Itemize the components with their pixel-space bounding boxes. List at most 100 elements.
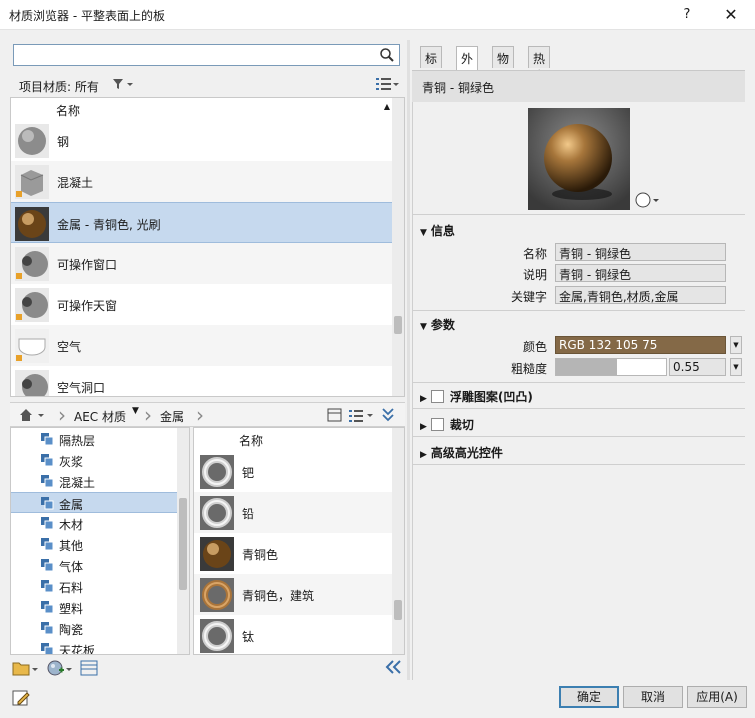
material-row[interactable]: 钢 bbox=[11, 120, 394, 161]
color-field[interactable]: RGB 132 105 75 bbox=[555, 336, 726, 354]
roughness-dropdown-button[interactable]: ▼ bbox=[730, 358, 742, 376]
tree-item[interactable]: 石料 bbox=[11, 576, 179, 597]
description-field[interactable]: 青铜 - 铜绿色 bbox=[555, 264, 726, 282]
search-input[interactable] bbox=[13, 44, 400, 66]
tree-scrollbar[interactable] bbox=[177, 428, 189, 654]
library-row[interactable]: 青铜色 bbox=[194, 533, 394, 574]
tab-physical[interactable]: 物理 bbox=[492, 46, 515, 83]
roughness-slider[interactable] bbox=[555, 358, 667, 376]
tree-item-label: 隔热层 bbox=[59, 434, 96, 448]
tree-item[interactable]: 天花板 bbox=[11, 639, 179, 655]
params-section-header[interactable]: ▼ 参数 bbox=[420, 316, 455, 333]
collapse-panel-icon[interactable] bbox=[384, 659, 402, 678]
scrollbar-thumb[interactable] bbox=[394, 600, 402, 620]
chevron-down-icon[interactable]: ▼ bbox=[132, 406, 139, 416]
roughness-field[interactable]: 0.55 bbox=[669, 358, 726, 376]
tree-item[interactable]: 隔热层 bbox=[11, 429, 179, 450]
highlight-section-header[interactable]: ▶ 高级高光控件 bbox=[420, 444, 503, 461]
tree-item[interactable]: 陶瓷 bbox=[11, 618, 179, 639]
view-options-icon[interactable] bbox=[375, 77, 399, 94]
library-materials-list: 名称 钯 铅 青铜色 青铜色，建筑 钛 bbox=[193, 427, 405, 655]
scrollbar-thumb[interactable] bbox=[394, 316, 402, 334]
library-row[interactable]: 钛 bbox=[194, 615, 394, 654]
ok-button[interactable]: 确定 bbox=[559, 686, 619, 708]
library-material-name: 青铜色 bbox=[242, 548, 279, 562]
category-icon bbox=[41, 643, 54, 654]
library-material-name: 钯 bbox=[242, 466, 255, 480]
cutout-section-header[interactable]: ▶ 裁切 bbox=[420, 416, 474, 433]
library-scrollbar[interactable] bbox=[392, 428, 404, 654]
library-row[interactable]: 青铜色，建筑 bbox=[194, 574, 394, 615]
create-material-icon[interactable] bbox=[46, 659, 74, 680]
color-dropdown-button[interactable]: ▼ bbox=[730, 336, 742, 354]
library-thumbnail bbox=[200, 619, 234, 653]
library-material-name: 青铜色，建筑 bbox=[242, 589, 315, 603]
cutout-checkbox[interactable] bbox=[430, 418, 444, 431]
tree-item[interactable]: 灰浆 bbox=[11, 450, 179, 471]
name-field[interactable]: 青铜 - 铜绿色 bbox=[555, 243, 726, 261]
filter-icon[interactable] bbox=[112, 78, 134, 93]
tree-item[interactable]: 塑料 bbox=[11, 597, 179, 618]
info-section-header[interactable]: ▼ 信息 bbox=[420, 222, 455, 239]
relief-section-header[interactable]: ▶ 浮雕图案(凹凸) bbox=[420, 388, 533, 405]
library-row[interactable]: 钯 bbox=[194, 451, 394, 492]
library-tree: 隔热层灰浆混凝土 金属 木材 其他 气体石料塑料 陶瓷天花板 bbox=[10, 427, 190, 655]
apply-button[interactable]: 应用(A) bbox=[687, 686, 747, 708]
breadcrumb-item-metal[interactable]: 金属 bbox=[160, 408, 184, 425]
search-icon[interactable] bbox=[379, 47, 395, 63]
project-materials-label: 项目材质: 所有 bbox=[19, 80, 99, 94]
project-materials-list: 名称 ▲ 钢混凝土 金属 - 青铜色, 光刷 可操作窗口 可操作天窗 空气 空气洞口 bbox=[10, 97, 405, 397]
library-thumbnail bbox=[200, 578, 234, 612]
tab-identity[interactable]: 标识 bbox=[420, 46, 443, 83]
title-bar: 材质浏览器 - 平整表面上的板 ? ✕ bbox=[0, 0, 755, 30]
material-name: 混凝土 bbox=[57, 176, 94, 190]
relief-checkbox[interactable] bbox=[430, 390, 444, 403]
material-row[interactable]: 可操作窗口 bbox=[11, 243, 394, 284]
material-row[interactable]: 混凝土 bbox=[11, 161, 394, 202]
open-library-icon[interactable] bbox=[12, 659, 40, 680]
material-thumbnail bbox=[15, 124, 49, 158]
divider bbox=[412, 464, 745, 465]
tree-item[interactable]: 其他 bbox=[11, 534, 179, 555]
vertical-scrollbar[interactable] bbox=[392, 98, 404, 396]
cutout-section-title: 裁切 bbox=[449, 418, 474, 432]
panel-toggle-icon[interactable] bbox=[80, 659, 98, 680]
tree-item[interactable]: 气体 bbox=[11, 555, 179, 576]
material-row[interactable]: 空气洞口 bbox=[11, 366, 394, 396]
material-thumbnail bbox=[15, 329, 49, 363]
tree-item[interactable]: 木材 bbox=[11, 513, 179, 534]
tree-item-label: 灰浆 bbox=[59, 455, 84, 469]
cancel-button[interactable]: 取消 bbox=[623, 686, 683, 708]
panel-splitter[interactable] bbox=[407, 40, 410, 680]
tab-thermal[interactable]: 热度 bbox=[528, 46, 551, 83]
tree-item-label: 天花板 bbox=[59, 644, 96, 655]
category-icon bbox=[41, 475, 54, 491]
material-row[interactable]: 可操作天窗 bbox=[11, 284, 394, 325]
roughness-slider-fill bbox=[556, 359, 617, 375]
params-section-title: 参数 bbox=[430, 318, 455, 332]
keywords-label: 关键字 bbox=[510, 290, 547, 304]
edit-material-icon[interactable] bbox=[12, 688, 32, 711]
tree-item[interactable]: 混凝土 bbox=[11, 471, 179, 492]
divider bbox=[412, 436, 745, 437]
tab-appearance[interactable]: 外观 bbox=[456, 46, 479, 83]
tree-item-label: 石料 bbox=[59, 581, 84, 595]
material-thumbnail bbox=[15, 207, 49, 241]
help-button[interactable]: ? bbox=[676, 4, 698, 26]
library-view-tools[interactable] bbox=[327, 407, 399, 426]
name-column-header[interactable]: 名称 bbox=[56, 102, 80, 119]
material-row[interactable]: 金属 - 青铜色, 光刷 bbox=[11, 202, 394, 243]
library-name-header[interactable]: 名称 bbox=[239, 432, 263, 449]
scrollbar-thumb[interactable] bbox=[179, 498, 187, 590]
keywords-field[interactable]: 金属,青铜色,材质,金属 bbox=[555, 286, 726, 304]
library-row[interactable]: 铅 bbox=[194, 492, 394, 533]
breadcrumb-item-aec[interactable]: AEC 材质 bbox=[74, 408, 126, 425]
category-icon bbox=[41, 497, 54, 513]
material-preview bbox=[528, 108, 630, 210]
preview-options-icon[interactable] bbox=[635, 192, 661, 211]
home-icon[interactable] bbox=[18, 407, 48, 426]
list-header: 名称 ▲ bbox=[11, 98, 394, 120]
material-row[interactable]: 空气 bbox=[11, 325, 394, 366]
tree-item[interactable]: 金属 bbox=[11, 492, 179, 513]
close-button[interactable]: ✕ bbox=[720, 4, 742, 26]
